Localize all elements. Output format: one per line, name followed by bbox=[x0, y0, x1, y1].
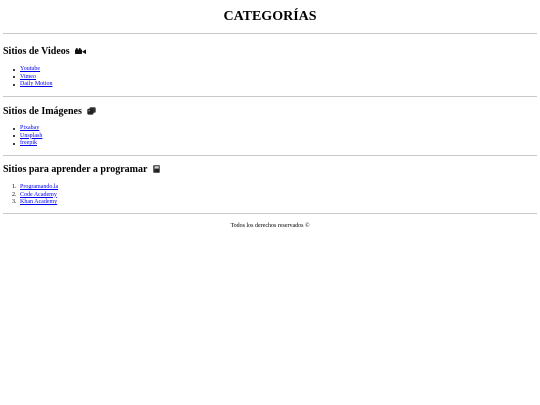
images-list: Pixabay Unsplash freepik bbox=[12, 125, 42, 148]
section-title-text: Sitios para aprender a programar bbox=[3, 164, 148, 175]
list-item: freepik bbox=[12, 140, 42, 148]
link-vimeo[interactable]: Vimeo bbox=[20, 74, 36, 80]
list-number: 3. bbox=[12, 199, 17, 205]
section-title-text: Sitios de Videos bbox=[3, 46, 70, 57]
programming-list: 1. Programando.la 2. Code Academy 3. Khan A… bbox=[12, 184, 58, 207]
divider bbox=[3, 155, 537, 156]
list-item: 3. Khan Academy bbox=[12, 199, 58, 207]
list-item: 1. Programando.la bbox=[12, 184, 58, 192]
list-item: Daily Motion bbox=[13, 81, 53, 89]
divider bbox=[3, 33, 537, 34]
link-code-academy[interactable]: Code Academy bbox=[20, 192, 57, 198]
list-item: Pixabay bbox=[12, 125, 42, 133]
link-programando-la[interactable]: Programando.la bbox=[20, 184, 58, 190]
link-unsplash[interactable]: Unsplash bbox=[20, 133, 42, 139]
list-item: Unsplash bbox=[12, 133, 42, 141]
video-camera-icon bbox=[75, 47, 87, 59]
book-icon bbox=[153, 165, 160, 177]
videos-list: Youtube Vimeo Daily Motion bbox=[13, 66, 53, 89]
list-item: Vimeo bbox=[13, 74, 53, 82]
link-daily-motion[interactable]: Daily Motion bbox=[20, 81, 53, 87]
link-youtube[interactable]: Youtube bbox=[20, 66, 40, 72]
link-khan-academy[interactable]: Khan Academy bbox=[20, 199, 57, 205]
list-number: 2. bbox=[12, 191, 17, 198]
link-pixabay[interactable]: Pixabay bbox=[20, 125, 39, 131]
footer-text: Todos los derechos reservados © bbox=[230, 223, 310, 229]
list-item: 2. Code Academy bbox=[12, 192, 58, 200]
divider bbox=[3, 96, 537, 97]
divider bbox=[3, 213, 537, 214]
list-number: 1. bbox=[12, 184, 17, 190]
section-title-programming: Sitios para aprender a programar bbox=[3, 164, 160, 177]
link-freepik[interactable]: freepik bbox=[20, 140, 37, 146]
page-title: CATEGORÍAS bbox=[223, 9, 317, 24]
section-title-text: Sitios de Imágenes bbox=[3, 106, 82, 117]
list-item: Youtube bbox=[13, 66, 53, 74]
section-title-videos: Sitios de Videos bbox=[3, 46, 87, 59]
images-icon bbox=[87, 107, 97, 119]
section-title-images: Sitios de Imágenes bbox=[3, 106, 97, 119]
